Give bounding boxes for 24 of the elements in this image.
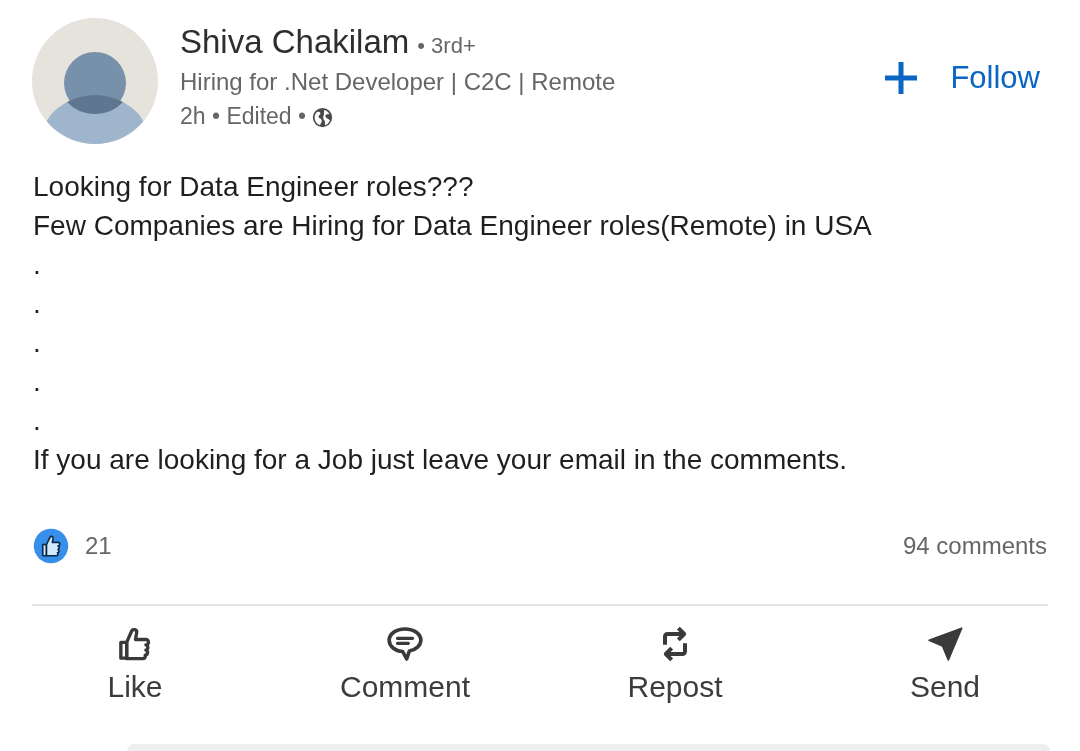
paper-plane-icon [925, 624, 965, 664]
post-text: If you are looking for a Job just leave your email in the comments. [33, 443, 847, 477]
post-text: . [33, 287, 41, 321]
post-text: . [33, 365, 41, 399]
plus-icon [884, 61, 919, 95]
post-text: . [33, 404, 41, 438]
post-text: . [33, 248, 41, 282]
globe-icon [312, 107, 334, 128]
action-button[interactable]: Repost [540, 606, 810, 708]
connection-degree: • 3rd+ [417, 32, 476, 60]
post-meta: 2h • Edited • [180, 102, 307, 131]
thumbs-up-icon [33, 528, 69, 564]
post-text: Few Companies are Hiring for Data Engineer roles(Remote) in USA [33, 209, 872, 243]
post-text: Looking for Data Engineer roles??? [33, 170, 474, 204]
speech-bubble-icon [385, 624, 425, 664]
reaction-count[interactable]: 21 [85, 528, 112, 564]
action-button[interactable]: Comment [270, 606, 540, 708]
comments-count-link[interactable]: 94 comments [902, 528, 1047, 564]
author-headline: Hiring for .Net Developer | C2C | Remote [180, 67, 616, 97]
follow-button[interactable]: Follow [884, 58, 1040, 98]
action-button[interactable]: Send [810, 606, 1080, 708]
action-button[interactable]: Like [0, 606, 270, 708]
author-name[interactable]: Shiva Chakilam [180, 22, 410, 62]
post-text: . [33, 326, 41, 360]
